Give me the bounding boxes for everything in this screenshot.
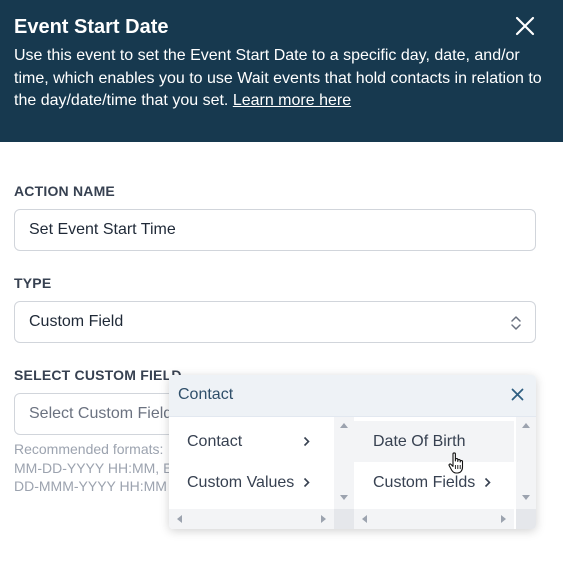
horizontal-scrollbar[interactable] <box>354 509 514 529</box>
dropdown-title: Contact <box>178 386 234 403</box>
scroll-down-arrow-icon[interactable] <box>522 495 530 500</box>
dropdown-header: Contact <box>169 375 536 417</box>
vertical-scrollbar[interactable] <box>516 417 536 509</box>
scroll-up-arrow-icon[interactable] <box>340 423 348 428</box>
dropdown-column-2: Date Of Birth Custom Fields <box>354 417 536 529</box>
modal-header: Event Start Date Use this event to set t… <box>0 0 563 142</box>
scroll-right-arrow-icon[interactable] <box>321 515 326 523</box>
dropdown-item-date-of-birth[interactable]: Date Of Birth <box>354 421 514 462</box>
recommended-formats-hint: Recommended formats: MM-DD-YYYY HH:MM, E… <box>14 441 173 494</box>
chevron-right-icon <box>484 477 491 488</box>
learn-more-link[interactable]: Learn more here <box>233 92 351 109</box>
dropdown-item-label: Custom Fields <box>373 474 476 491</box>
close-icon[interactable] <box>511 388 524 401</box>
action-name-label: ACTION NAME <box>14 183 115 199</box>
dropdown-item-label: Date Of Birth <box>373 433 466 450</box>
scrollbar-corner <box>334 509 354 529</box>
scroll-left-arrow-icon[interactable] <box>362 515 367 523</box>
modal-description: Use this event to set the Event Start Da… <box>14 45 544 113</box>
hand-pointer-icon <box>448 452 464 474</box>
scroll-down-arrow-icon[interactable] <box>340 495 348 500</box>
custom-field-dropdown: Contact Contact Custom Values Date Of Bi… <box>169 375 536 529</box>
custom-field-label: SELECT CUSTOM FIELD <box>14 367 182 383</box>
type-select-value: Custom Field <box>29 313 124 330</box>
dropdown-item-custom-values[interactable]: Custom Values <box>169 462 334 503</box>
type-select[interactable]: Custom Field <box>14 301 536 343</box>
dropdown-item-label: Contact <box>187 433 243 450</box>
horizontal-scrollbar[interactable] <box>169 509 334 529</box>
scroll-right-arrow-icon[interactable] <box>501 515 506 523</box>
scroll-up-arrow-icon[interactable] <box>522 423 530 428</box>
chevron-up-down-icon <box>511 316 521 330</box>
scroll-left-arrow-icon[interactable] <box>177 515 182 523</box>
dropdown-item-contact[interactable]: Contact <box>169 421 334 462</box>
scrollbar-corner <box>516 509 536 529</box>
dropdown-item-custom-fields[interactable]: Custom Fields <box>354 462 514 503</box>
dropdown-column-1: Contact Custom Values <box>169 417 354 529</box>
vertical-scrollbar[interactable] <box>334 417 354 509</box>
type-label: TYPE <box>14 275 52 291</box>
action-name-input[interactable]: Set Event Start Time <box>14 209 536 251</box>
close-icon[interactable] <box>513 14 537 38</box>
dropdown-item-label: Custom Values <box>187 474 295 491</box>
chevron-right-icon <box>303 477 310 488</box>
chevron-right-icon <box>303 436 310 447</box>
modal-title: Event Start Date <box>14 16 169 38</box>
